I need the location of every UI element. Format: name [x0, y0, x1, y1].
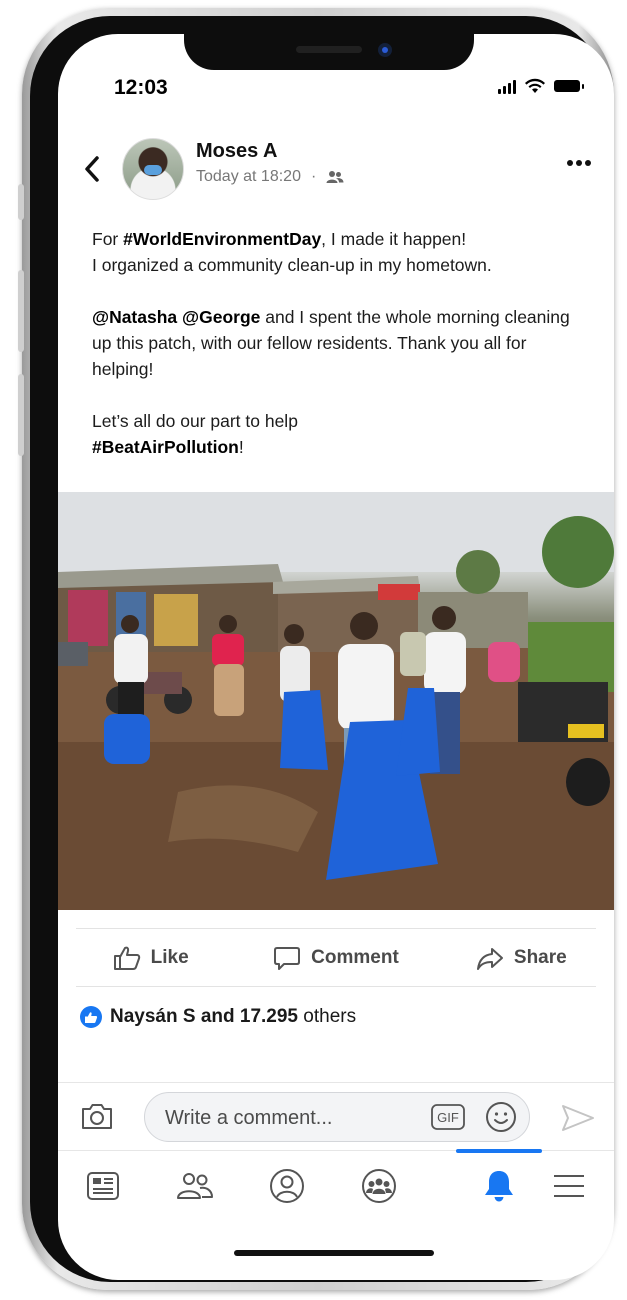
emoji-icon[interactable]	[485, 1101, 517, 1133]
back-button[interactable]	[80, 152, 104, 186]
reaction-others: others	[303, 1006, 357, 1027]
tab-menu[interactable]	[524, 1151, 614, 1221]
tab-news-feed[interactable]	[58, 1151, 148, 1221]
share-button[interactable]: Share	[429, 930, 614, 986]
tab-profile[interactable]	[242, 1151, 332, 1221]
post-meta: Today at 18:20 ·	[196, 168, 344, 186]
volume-up-button	[18, 270, 24, 352]
author-avatar[interactable]	[122, 138, 184, 200]
divider-bottom	[76, 986, 596, 987]
post-paragraph-3: Let’s all do our part to help #BeatAirPol…	[92, 411, 298, 457]
like-button[interactable]: Like	[58, 930, 243, 986]
wifi-icon	[525, 78, 545, 93]
mute-switch	[18, 184, 24, 220]
more-options-icon[interactable]	[566, 158, 592, 168]
news-feed-icon	[87, 1172, 119, 1200]
comment-input-box[interactable]: GIF	[144, 1092, 530, 1143]
friends-icon	[177, 1173, 213, 1199]
meta-separator: ·	[310, 168, 317, 185]
author-name[interactable]: Moses A	[196, 140, 278, 163]
signal-icon	[498, 78, 516, 94]
post-header: Moses A Today at 18:20 ·	[58, 134, 614, 204]
hashtag-beat-air-pollution[interactable]: #BeatAirPollution	[92, 437, 239, 457]
comment-bar: GIF	[58, 1082, 614, 1151]
comment-icon	[274, 947, 301, 970]
battery-icon	[554, 80, 584, 92]
home-indicator[interactable]	[234, 1250, 434, 1256]
share-label: Share	[513, 947, 567, 968]
notifications-icon	[485, 1171, 513, 1202]
reaction-and: and	[200, 1006, 235, 1027]
comment-button[interactable]: Comment	[243, 930, 428, 986]
post-text: For #WorldEnvironmentDay, I made it happ…	[92, 226, 590, 486]
menu-icon	[554, 1175, 584, 1197]
reaction-name: Naysán S	[110, 1006, 196, 1027]
app-screen: 12:03 Moses A Today at 18:20 · For #Worl…	[58, 34, 614, 1280]
face-mask	[144, 165, 162, 175]
volume-down-button	[18, 374, 24, 456]
like-reaction-icon	[80, 1006, 102, 1028]
hashtag-world-environment-day[interactable]: #WorldEnvironmentDay	[123, 229, 321, 249]
camera-icon[interactable]	[80, 1101, 114, 1131]
profile-icon	[270, 1169, 304, 1203]
speaker-grille	[296, 46, 362, 53]
status-time: 12:03	[114, 76, 168, 99]
thumbs-up-icon	[113, 946, 140, 970]
tab-groups[interactable]	[334, 1151, 424, 1221]
gif-icon[interactable]: GIF	[431, 1104, 465, 1130]
like-label: Like	[150, 947, 189, 968]
notch	[184, 34, 474, 70]
post-photo[interactable]	[58, 492, 614, 910]
comment-label: Comment	[311, 947, 399, 968]
post-paragraph-2: @Natasha @George and I spent the whole m…	[92, 307, 570, 379]
reaction-summary[interactable]: Naysán S and 17.295 others	[80, 1006, 356, 1028]
front-camera	[378, 43, 392, 57]
gif-label: GIF	[437, 1110, 459, 1125]
send-icon[interactable]	[560, 1103, 596, 1133]
reaction-count: 17.295	[239, 1006, 299, 1027]
comment-input[interactable]	[163, 1093, 407, 1143]
phone-frame: 12:03 Moses A Today at 18:20 · For #Worl…	[18, 8, 614, 1290]
friends-icon	[326, 171, 344, 183]
post-actions: Like Comment Share	[58, 930, 614, 986]
groups-icon	[362, 1169, 396, 1203]
status-icons	[498, 78, 584, 94]
cleanup-scene-illustration	[58, 492, 614, 910]
like-reaction-thumb-icon	[85, 1011, 98, 1023]
post-paragraph-1: For #WorldEnvironmentDay, I made it happ…	[92, 229, 492, 275]
tab-friends[interactable]	[150, 1151, 240, 1221]
mention-natasha[interactable]: @Natasha	[92, 307, 177, 327]
reaction-text: Naysán S and 17.295 others	[110, 1006, 356, 1028]
post-timestamp[interactable]: Today at 18:20	[196, 168, 301, 186]
divider-top	[76, 928, 596, 929]
tab-bar	[58, 1149, 614, 1221]
mention-george[interactable]: @George	[182, 307, 260, 327]
share-icon	[476, 948, 503, 970]
